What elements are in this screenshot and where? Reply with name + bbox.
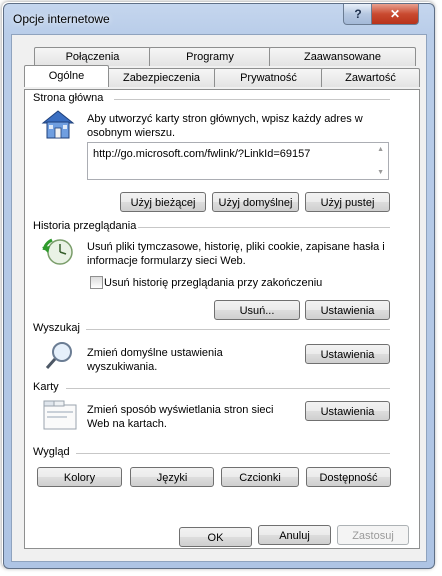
tab-label: Zaawansowane	[303, 51, 382, 63]
home-url-textarea[interactable]: http://go.microsoft.com/fwlink/?LinkId=6…	[87, 142, 389, 180]
scroll-up-icon[interactable]: ▲	[377, 146, 384, 153]
tab-security[interactable]: Zabezpieczenia	[107, 68, 216, 87]
tab-programs[interactable]: Programy	[149, 47, 271, 66]
home-divider	[114, 99, 390, 100]
history-section-title: Historia przeglądania	[33, 220, 137, 232]
search-divider	[86, 329, 390, 330]
delete-history-button[interactable]: Usuń...	[214, 300, 300, 320]
appearance-divider	[76, 453, 390, 454]
apply-button[interactable]: Zastosuj	[337, 525, 409, 545]
close-button[interactable]: ✕	[371, 4, 419, 25]
use-default-button[interactable]: Użyj domyślnej	[212, 192, 299, 212]
close-icon: ✕	[389, 7, 401, 21]
tab-general[interactable]: Ogólne	[24, 65, 109, 87]
tabs-settings-button[interactable]: Ustawienia	[305, 401, 390, 421]
tab-connections[interactable]: Połączenia	[34, 47, 151, 66]
tabs-description: Zmień sposób wyświetlania stron sieci We…	[87, 404, 274, 430]
tab-label: Połączenia	[65, 51, 120, 63]
window-title: Opcje internetowe	[13, 12, 110, 26]
magnifier-icon	[45, 342, 72, 369]
tab-label: Ogólne	[48, 70, 85, 82]
house-icon	[41, 110, 75, 139]
tab-privacy[interactable]: Prywatność	[214, 68, 323, 87]
home-url-value: http://go.microsoft.com/fwlink/?LinkId=6…	[93, 148, 311, 160]
tab-label: Programy	[186, 51, 234, 63]
tabs-section-title: Karty	[33, 381, 59, 393]
tabs-window-icon	[43, 400, 77, 430]
history-description: Usuń pliki tymczasowe, historię, pliki c…	[87, 241, 385, 267]
use-blank-button[interactable]: Użyj pustej	[305, 192, 390, 212]
cancel-button[interactable]: Anuluj	[258, 525, 331, 545]
tabs-divider	[66, 388, 390, 389]
history-settings-button[interactable]: Ustawienia	[305, 300, 390, 320]
search-section-title: Wyszukaj	[33, 322, 80, 334]
colors-button[interactable]: Kolory	[37, 467, 122, 487]
home-description: Aby utworzyć karty stron głównych, wpisz…	[87, 113, 363, 139]
search-description: Zmień domyślne ustawienia wyszukiwania.	[87, 347, 223, 373]
accessibility-button[interactable]: Dostępność	[306, 467, 391, 487]
fonts-button[interactable]: Czcionki	[221, 467, 299, 487]
delete-on-exit-checkbox[interactable]	[90, 276, 103, 289]
history-divider	[138, 227, 390, 228]
use-current-button[interactable]: Użyj bieżącej	[120, 192, 206, 212]
help-button[interactable]: ?	[343, 4, 373, 25]
tab-content[interactable]: Zawartość	[321, 68, 420, 87]
appearance-section-title: Wygląd	[33, 446, 70, 458]
scroll-down-icon[interactable]: ▼	[377, 169, 384, 176]
help-icon: ?	[354, 7, 362, 21]
tab-advanced[interactable]: Zaawansowane	[269, 47, 416, 66]
search-settings-button[interactable]: Ustawienia	[305, 344, 390, 364]
languages-button[interactable]: Języki	[130, 467, 214, 487]
title-bar[interactable]: Opcje internetowe ? ✕	[4, 4, 434, 34]
tab-label: Zawartość	[345, 72, 396, 84]
ok-button[interactable]: OK	[179, 527, 252, 547]
history-clock-icon	[42, 238, 73, 265]
tab-label: Prywatność	[240, 72, 297, 84]
delete-on-exit-label[interactable]: Usuń historię przeglądania przy zakończe…	[104, 276, 322, 290]
home-page-section-title: Strona główna	[33, 92, 104, 104]
tab-label: Zabezpieczenia	[122, 72, 201, 84]
